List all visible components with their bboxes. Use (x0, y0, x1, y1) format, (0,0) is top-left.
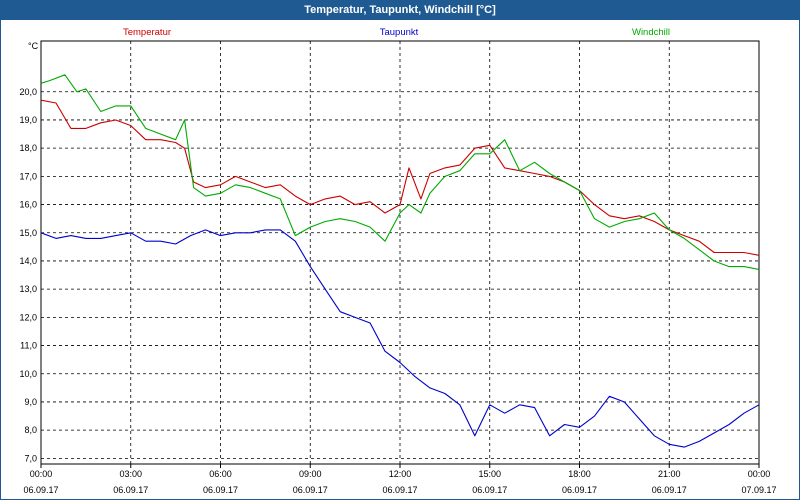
series-line-temperatur (40, 99, 760, 256)
x-tick-date: 06.09.17 (382, 485, 417, 495)
x-tick-date: 06.09.17 (203, 485, 238, 495)
x-tick-time: 09:00 (299, 469, 322, 479)
y-tick-label: 20,0 (19, 87, 37, 97)
y-tick-label: 14,0 (19, 256, 37, 266)
y-tick-label: 17,0 (19, 171, 37, 181)
chart-window: Temperatur, Taupunkt, Windchill [°C] 7,0… (0, 0, 800, 500)
x-tick-time: 15:00 (478, 469, 501, 479)
x-tick-date: 06.09.17 (293, 485, 328, 495)
x-tick-time: 18:00 (568, 469, 591, 479)
x-tick-time: 03:00 (119, 469, 142, 479)
x-tick-date: 06.09.17 (23, 485, 58, 495)
y-tick-label: 7,0 (24, 453, 37, 463)
y-tick-label: 13,0 (19, 284, 37, 294)
y-tick-label: 12,0 (19, 312, 37, 322)
x-tick-time: 00:00 (30, 469, 53, 479)
y-tick-label: 18,0 (19, 143, 37, 153)
x-tick-date: 06.09.17 (113, 485, 148, 495)
legend-taupunkt: Taupunkt (380, 27, 419, 38)
y-tick-label: 8,0 (24, 425, 37, 435)
grid-lines (41, 41, 759, 464)
x-tick-time: 00:00 (748, 469, 771, 479)
x-tick-time: 21:00 (658, 469, 681, 479)
y-tick-label: 19,0 (19, 115, 37, 125)
x-tick-date: 06.09.17 (562, 485, 597, 495)
x-tick-time: 06:00 (209, 469, 232, 479)
legend-windchill: Windchill (632, 27, 670, 38)
y-tick-label: 11,0 (20, 341, 37, 351)
y-tick-label: 9,0 (24, 397, 37, 407)
y-axis-unit-label: °C (28, 41, 39, 51)
y-tick-label: 10,0 (19, 369, 37, 379)
y-tick-label: 16,0 (19, 200, 37, 210)
chart-canvas: 7,0 8,0 9,0 10,0 11,0 12,0 13,0 14,0 15,0 16,0 17,… (19, 27, 776, 495)
x-tick-time: 12:00 (389, 469, 412, 479)
x-tick-date: 07.09.17 (741, 485, 776, 495)
x-tick-date: 06.09.17 (472, 485, 507, 495)
legend-temperatur: Temperatur (123, 27, 171, 38)
x-tick-date: 06.09.17 (652, 485, 687, 495)
y-tick-label: 15,0 (19, 228, 37, 238)
